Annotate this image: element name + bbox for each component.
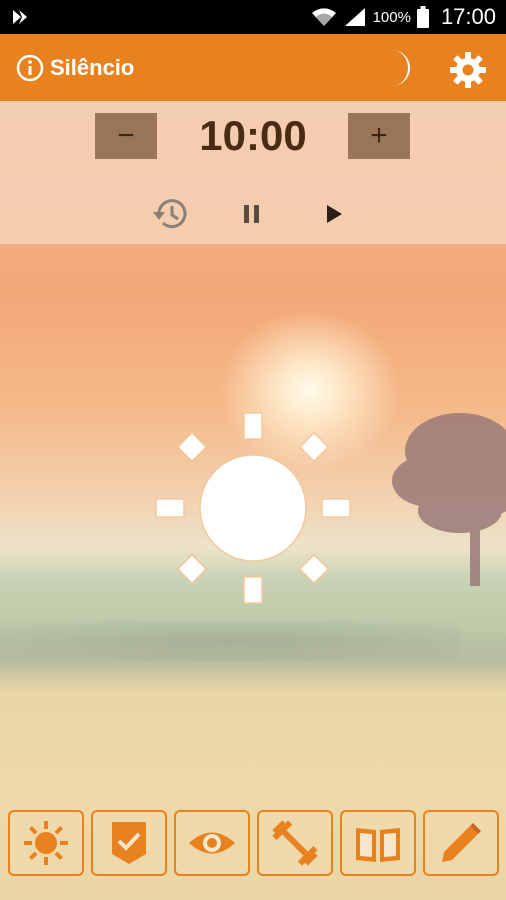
hill-silhouette <box>0 621 460 661</box>
timer-controls: − 10:00 + <box>0 101 506 244</box>
battery-icon <box>416 6 429 28</box>
tab-exercise[interactable] <box>257 810 333 876</box>
history-icon[interactable] <box>150 193 192 235</box>
wifi-icon <box>311 8 336 26</box>
bottom-tab-bar <box>0 810 506 880</box>
sun-tab-icon <box>24 821 68 865</box>
page-title: Silêncio <box>50 55 135 80</box>
gear-icon[interactable] <box>448 50 488 90</box>
checkmark-badge-icon <box>112 822 146 864</box>
tab-notes[interactable] <box>423 810 499 876</box>
moon-icon[interactable] <box>382 48 416 88</box>
tab-view[interactable] <box>174 810 250 876</box>
decrease-button[interactable]: − <box>95 113 157 159</box>
info-icon[interactable] <box>16 54 44 82</box>
signal-icon <box>344 8 365 26</box>
increase-button[interactable]: + <box>348 113 410 159</box>
sun-icon[interactable] <box>150 405 356 611</box>
clock: 17:00 <box>440 4 496 29</box>
app-bar: Silêncio <box>0 34 506 101</box>
book-icon <box>356 828 400 862</box>
tab-reading[interactable] <box>340 810 416 876</box>
status-bar: 100% 17:00 <box>0 0 506 34</box>
pencil-icon <box>442 823 481 862</box>
tab-sun[interactable] <box>8 810 84 876</box>
tree-silhouette <box>392 413 506 586</box>
battery-percent: 100% <box>372 8 411 26</box>
eye-icon <box>189 832 235 854</box>
pause-icon[interactable] <box>238 199 266 229</box>
timer-display: 10:00 <box>199 112 307 159</box>
app-notification-icon <box>13 10 27 24</box>
tab-checklist[interactable] <box>91 810 167 876</box>
dumbbell-icon <box>272 820 318 866</box>
play-icon[interactable] <box>320 199 348 229</box>
